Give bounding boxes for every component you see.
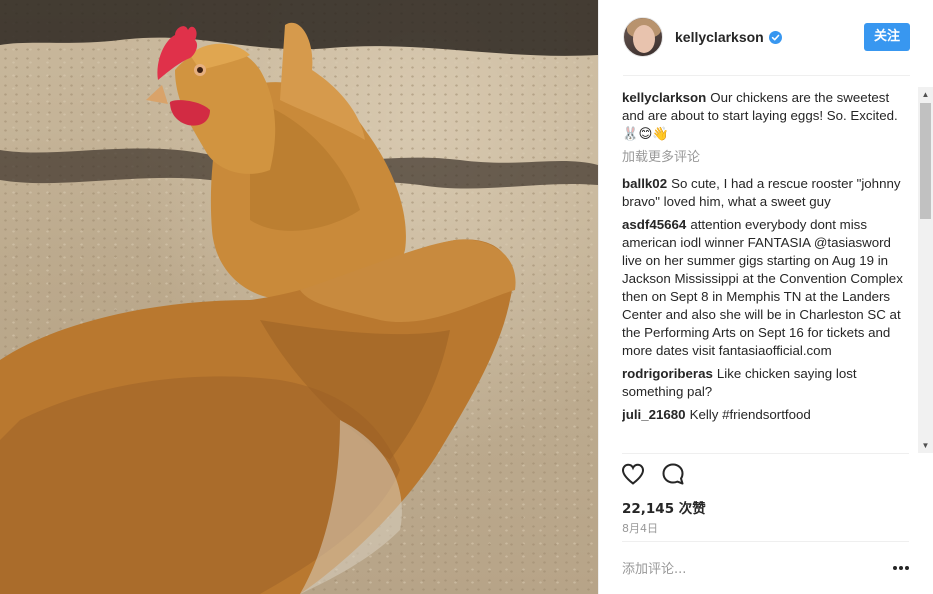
- ellipsis-icon[interactable]: [893, 563, 909, 573]
- comments-scrollbar[interactable]: ▲ ▼: [918, 87, 933, 453]
- chickens-illustration: [0, 0, 598, 594]
- load-more-comments-link[interactable]: 加载更多评论: [622, 149, 912, 167]
- caption-username[interactable]: kellyclarkson: [622, 90, 706, 105]
- comment-item: asdf45664 attention everybody dont miss a…: [622, 216, 912, 360]
- comments-list[interactable]: kellyclarkson Our chickens are the sweete…: [622, 89, 912, 452]
- heart-outline-icon[interactable]: [620, 461, 646, 487]
- author-username[interactable]: kellyclarkson: [675, 29, 782, 45]
- post-photo[interactable]: [0, 0, 598, 594]
- header-divider: [623, 75, 910, 76]
- post-date[interactable]: 8月4日: [622, 520, 658, 536]
- caption: kellyclarkson Our chickens are the sweete…: [622, 89, 912, 143]
- comment-username[interactable]: asdf45664: [622, 217, 686, 232]
- like-count[interactable]: 22,145 次赞: [622, 497, 706, 517]
- comment-username[interactable]: juli_21680: [622, 407, 686, 422]
- avatar[interactable]: [623, 17, 663, 57]
- verified-badge-icon: [768, 31, 782, 44]
- author-username-text[interactable]: kellyclarkson: [675, 29, 764, 45]
- comment-item: rodrigoriberas Like chicken saying lost s…: [622, 365, 912, 401]
- comment-username[interactable]: rodrigoriberas: [622, 366, 713, 381]
- comment-item: juli_21680 Kelly #friendsortfood: [622, 406, 912, 424]
- post-header: kellyclarkson 关注: [623, 15, 910, 59]
- scroll-up-arrow-icon[interactable]: ▲: [918, 87, 933, 102]
- comments-divider: [622, 453, 909, 454]
- comment-text: Kelly #friendsortfood: [689, 407, 811, 422]
- comment-username[interactable]: ballk02: [622, 176, 667, 191]
- scroll-down-arrow-icon[interactable]: ▼: [918, 438, 933, 453]
- post-actions: [620, 461, 700, 487]
- speech-bubble-icon[interactable]: [660, 461, 686, 487]
- scroll-thumb[interactable]: [920, 103, 931, 219]
- add-comment-input[interactable]: [622, 557, 872, 581]
- comment-item: ballk02 So cute, I had a rescue rooster "…: [622, 175, 912, 211]
- follow-button[interactable]: 关注: [864, 23, 910, 51]
- comment-text: attention everybody dont miss american i…: [622, 217, 903, 358]
- actions-divider: [622, 541, 909, 542]
